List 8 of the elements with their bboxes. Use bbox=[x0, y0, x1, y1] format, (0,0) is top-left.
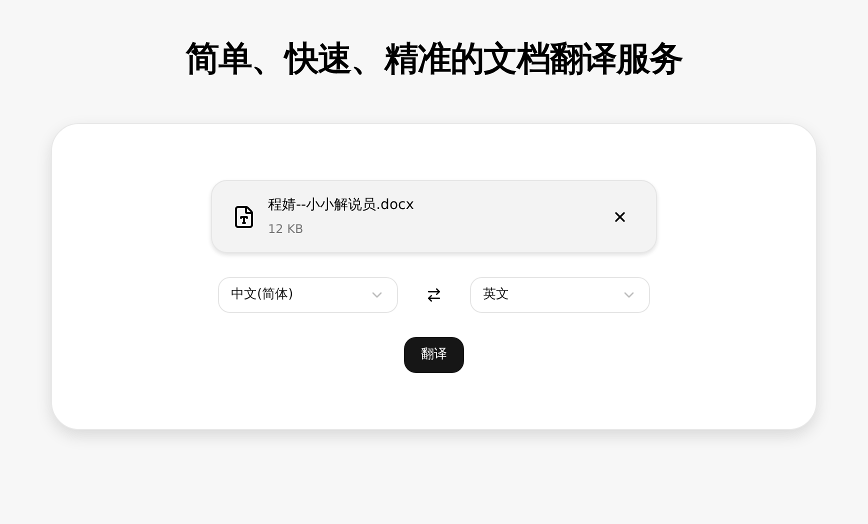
file-name: 程婧--小小解说员.docx bbox=[268, 196, 415, 215]
page-title: 简单、快速、精准的文档翻译服务 bbox=[185, 38, 683, 81]
document-icon bbox=[232, 204, 256, 228]
translate-button[interactable]: 翻译 bbox=[404, 337, 464, 373]
language-select[interactable]: 英文 bbox=[470, 277, 650, 313]
language-select[interactable]: 中文(简体) bbox=[218, 277, 398, 313]
swap-arrows-icon bbox=[426, 287, 442, 303]
file-size: 12 KB bbox=[268, 221, 304, 238]
